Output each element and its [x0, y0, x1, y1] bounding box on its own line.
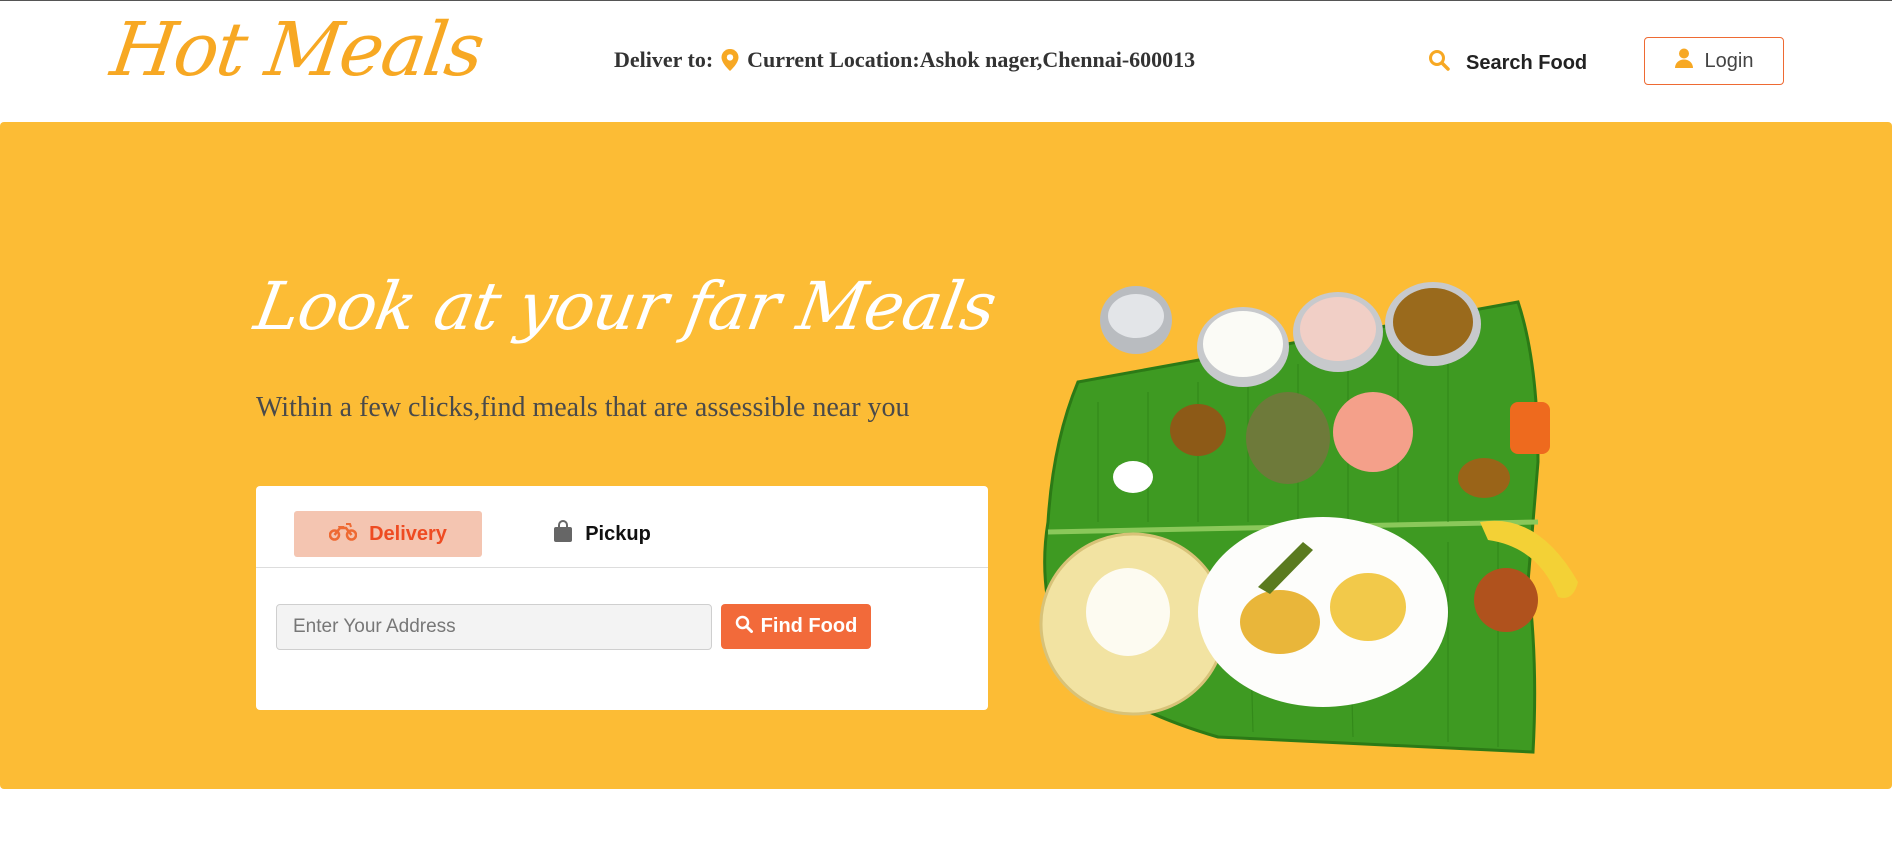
tab-pickup-label: Pickup: [585, 522, 651, 545]
search-food-label: Search Food: [1466, 51, 1588, 74]
address-input[interactable]: [276, 604, 712, 650]
motorcycle-icon: [328, 521, 358, 547]
tab-delivery[interactable]: Delivery: [294, 511, 482, 557]
find-food-label: Find Food: [760, 615, 858, 637]
tab-delivery-label: Delivery: [369, 522, 447, 545]
banana-leaf-meal-image: [1039, 282, 1578, 754]
shopping-bag-icon: [553, 520, 573, 548]
login-button[interactable]: Login: [1644, 37, 1784, 85]
deliver-label: Deliver to:: [614, 47, 714, 72]
header: Hot Meals Deliver to: Current Location:A…: [0, 1, 1892, 121]
login-label: Login: [1704, 49, 1754, 72]
user-icon: [1674, 48, 1693, 74]
order-type-tabs: Delivery Pickup: [256, 486, 988, 568]
deliver-location[interactable]: Deliver to: Current Location:Ashok nager…: [614, 47, 1195, 73]
search-food-link[interactable]: Search Food: [1428, 49, 1587, 77]
search-icon: [735, 615, 753, 639]
search-icon: [1428, 49, 1450, 77]
find-food-button[interactable]: Find Food: [721, 604, 871, 649]
hero-banner: Look at your far Meals Within a few clic…: [0, 122, 1892, 789]
hero-title: Look at your far Meals: [249, 268, 1002, 345]
current-location-text: Current Location:Ashok nager,Chennai-600…: [747, 47, 1196, 72]
order-card: Delivery Pickup Find Food: [256, 486, 988, 710]
logo[interactable]: Hot Meals: [106, 7, 488, 93]
tab-pickup[interactable]: Pickup: [532, 511, 672, 557]
hero-subtitle: Within a few clicks,find meals that are …: [256, 392, 910, 423]
location-pin-icon: [721, 49, 739, 71]
